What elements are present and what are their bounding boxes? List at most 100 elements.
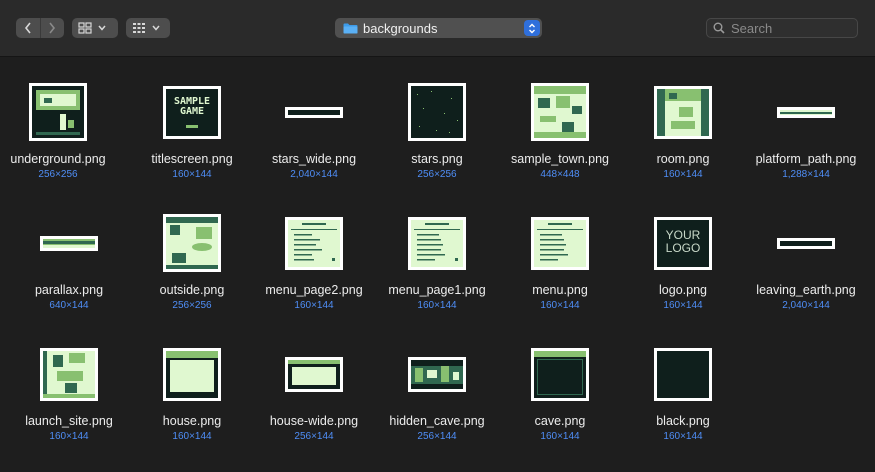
file-name: house.png xyxy=(162,414,222,428)
file-dimensions: 160×144 xyxy=(49,431,89,442)
chevron-down-icon xyxy=(98,25,106,31)
file-dimensions: 160×144 xyxy=(172,431,212,442)
search-input[interactable] xyxy=(731,20,851,36)
file-name: launch_site.png xyxy=(25,414,113,428)
file-name: parallax.png xyxy=(34,283,104,297)
forward-button[interactable] xyxy=(39,18,65,38)
file-item[interactable]: cave.png 160×144 xyxy=(498,341,622,457)
file-dimensions: 640×144 xyxy=(49,300,89,311)
file-name: leaving_earth.png xyxy=(756,283,856,297)
thumbnail-area xyxy=(252,79,376,145)
file-dimensions: 256×256 xyxy=(172,300,212,311)
file-dimensions: 160×144 xyxy=(663,431,703,442)
icon-grid-icon xyxy=(78,22,92,34)
thumbnail-area xyxy=(252,341,376,407)
chevron-down-icon xyxy=(152,25,160,31)
thumbnail-area xyxy=(375,210,499,276)
file-thumbnail xyxy=(40,347,98,401)
file-thumbnail xyxy=(408,216,466,270)
file-item[interactable]: parallax.png 640×144 xyxy=(7,210,131,326)
file-name: outside.png xyxy=(159,283,225,297)
file-item[interactable]: room.png 160×144 xyxy=(621,79,745,195)
view-mode-button[interactable] xyxy=(72,18,118,38)
file-thumbnail xyxy=(285,356,343,392)
file-thumbnail xyxy=(654,347,712,401)
file-name: black.png xyxy=(656,414,710,428)
file-item[interactable]: sample_town.png 448×448 xyxy=(498,79,622,195)
thumbnail-area xyxy=(7,210,131,276)
thumbnail-area xyxy=(498,210,622,276)
file-item[interactable]: underground.png 256×256 xyxy=(0,79,120,195)
thumbnail-area xyxy=(498,341,622,407)
file-dimensions: 160×144 xyxy=(540,431,580,442)
file-name: hidden_cave.png xyxy=(389,414,485,428)
file-thumbnail: SAMPLE GAME xyxy=(163,85,221,139)
thumbnail-area xyxy=(7,341,131,407)
search-field[interactable] xyxy=(706,18,858,38)
file-item[interactable]: launch_site.png 160×144 xyxy=(7,341,131,457)
file-item[interactable]: menu_page2.png 160×144 xyxy=(252,210,376,326)
file-name: menu_page2.png xyxy=(265,283,363,297)
file-name: menu_page1.png xyxy=(388,283,486,297)
file-thumbnail xyxy=(408,83,466,141)
file-item[interactable]: menu_page1.png 160×144 xyxy=(375,210,499,326)
thumbnail-area xyxy=(375,79,499,145)
file-dimensions: 1,288×144 xyxy=(782,169,830,180)
file-thumbnail xyxy=(777,106,835,118)
file-thumbnail xyxy=(163,214,221,272)
file-thumbnail: YOUR LOGO xyxy=(654,216,712,270)
file-item[interactable]: platform_path.png 1,288×144 xyxy=(744,79,868,195)
file-item[interactable]: outside.png 256×256 xyxy=(130,210,254,326)
file-item[interactable]: house.png 160×144 xyxy=(130,341,254,457)
file-name: house-wide.png xyxy=(269,414,359,428)
file-thumbnail xyxy=(531,216,589,270)
file-dimensions: 256×256 xyxy=(38,169,78,180)
chevron-left-icon xyxy=(24,22,31,34)
folder-icon xyxy=(343,23,358,33)
group-grid-icon xyxy=(133,23,145,33)
thumbnail-area xyxy=(744,79,868,145)
file-item[interactable]: YOUR LOGO logo.png 160×144 xyxy=(621,210,745,326)
thumbnail-area xyxy=(252,210,376,276)
file-item[interactable]: black.png 160×144 xyxy=(621,341,745,457)
file-item[interactable]: menu.png 160×144 xyxy=(498,210,622,326)
thumbnail-area xyxy=(0,79,120,145)
thumbnail-area xyxy=(744,210,868,276)
popup-stepper[interactable] xyxy=(524,20,540,36)
file-dimensions: 160×144 xyxy=(663,300,703,311)
file-name: titlescreen.png xyxy=(151,152,233,166)
current-folder-label: backgrounds xyxy=(363,20,438,36)
file-name: sample_town.png xyxy=(511,152,609,166)
file-dimensions: 2,040×144 xyxy=(782,300,830,311)
path-popup[interactable]: backgrounds xyxy=(335,18,542,38)
file-thumbnail xyxy=(29,83,87,141)
group-by-button[interactable] xyxy=(126,18,170,38)
file-item[interactable]: SAMPLE GAME titlescreen.png 160×144 xyxy=(130,79,254,195)
file-name: stars_wide.png xyxy=(271,152,357,166)
chevron-right-icon xyxy=(49,22,56,34)
file-dimensions: 160×144 xyxy=(540,300,580,311)
file-item[interactable]: hidden_cave.png 256×144 xyxy=(375,341,499,457)
file-name: platform_path.png xyxy=(755,152,857,166)
nav-buttons xyxy=(16,18,64,38)
file-thumbnail xyxy=(531,347,589,401)
file-item[interactable]: stars_wide.png 2,040×144 xyxy=(252,79,376,195)
file-dimensions: 160×144 xyxy=(663,169,703,180)
thumbnail-area xyxy=(130,341,254,407)
file-thumbnail xyxy=(163,347,221,401)
file-dimensions: 2,040×144 xyxy=(290,169,338,180)
thumbnail-area xyxy=(375,341,499,407)
logo-placeholder-text: YOUR LOGO xyxy=(665,227,701,255)
file-thumbnail xyxy=(285,106,343,118)
file-item[interactable]: house-wide.png 256×144 xyxy=(252,341,376,457)
back-button[interactable] xyxy=(16,18,40,38)
file-name: logo.png xyxy=(659,283,707,297)
thumbnail-area xyxy=(621,79,745,145)
file-dimensions: 256×256 xyxy=(417,169,457,180)
file-grid: underground.png 256×256 SAMPLE GAME titl… xyxy=(0,57,875,472)
file-thumbnail xyxy=(777,237,835,249)
file-dimensions: 256×144 xyxy=(294,431,334,442)
file-thumbnail xyxy=(285,216,343,270)
file-item[interactable]: stars.png 256×256 xyxy=(375,79,499,195)
file-item[interactable]: leaving_earth.png 2,040×144 xyxy=(744,210,868,326)
